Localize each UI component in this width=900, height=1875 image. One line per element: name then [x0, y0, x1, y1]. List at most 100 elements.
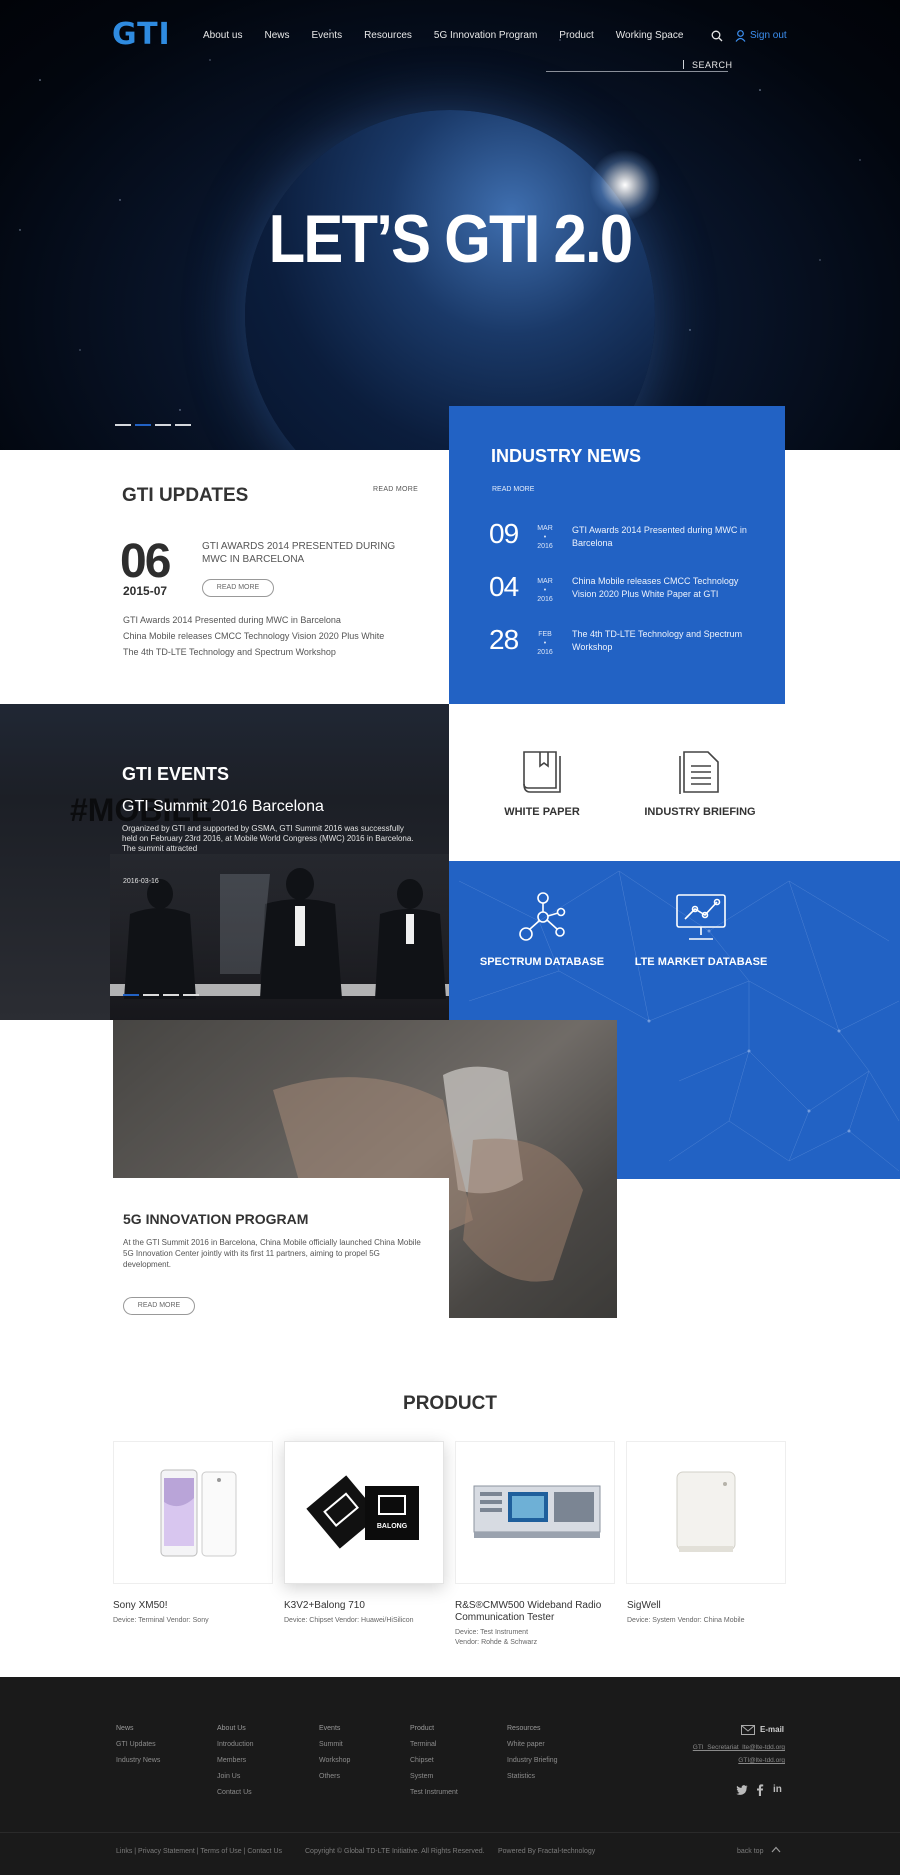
search-button[interactable]: SEARCH [692, 60, 733, 70]
innovation-description: At the GTI Summit 2016 in Barcelona, Chi… [123, 1238, 421, 1269]
chip-image: BALONG [306, 1475, 419, 1549]
footer-link[interactable]: Others [319, 1769, 350, 1785]
footer-link[interactable]: Statistics [507, 1769, 558, 1785]
product-name[interactable]: SigWell [627, 1600, 787, 1612]
white-paper-link[interactable]: WHITE PAPER [486, 806, 598, 818]
footer-link[interactable]: Workshop [319, 1753, 350, 1769]
news-item[interactable]: The 4th TD-LTE Technology and Spectrum W… [572, 628, 762, 654]
news-item[interactable]: GTI Awards 2014 Presented during MWC in … [572, 524, 762, 550]
updates-list-item[interactable]: China Mobile releases CMCC Technology Vi… [123, 631, 384, 641]
chevron-up-icon[interactable] [771, 1846, 781, 1853]
email-gti[interactable]: GTI@lte-tdd.org [640, 1757, 785, 1764]
footer-link[interactable]: White paper [507, 1737, 558, 1753]
footer-link[interactable]: Industry News [116, 1753, 160, 1769]
footer-link[interactable]: Chipset [410, 1753, 458, 1769]
book-icon[interactable] [520, 748, 564, 796]
footer-link[interactable]: Product [410, 1721, 458, 1737]
search-input[interactable] [546, 71, 728, 72]
powered-by-text[interactable]: Powered By Fractal-technology [498, 1848, 595, 1855]
sigwell-image [676, 1471, 736, 1552]
innovation-read-more-button[interactable]: READ MORE [123, 1297, 195, 1315]
search-divider [683, 60, 684, 69]
events-panel[interactable]: #MOBILE [0, 704, 449, 1020]
footer-col-news: News GTI Updates Industry News [116, 1721, 160, 1769]
nav-events[interactable]: Events [312, 30, 343, 41]
footer-bottom-links[interactable]: Links | Privacy Statement | Terms of Use… [116, 1848, 282, 1855]
events-title: GTI EVENTS [122, 764, 230, 784]
email-secretariat[interactable]: GTI_Secretariat_lte@lte-tdd.org [640, 1744, 785, 1751]
nav-news[interactable]: News [264, 30, 289, 41]
events-subtitle[interactable]: GTI Summit 2016 Barcelona [122, 798, 324, 816]
footer-link[interactable]: Join Us [217, 1769, 254, 1785]
news-item[interactable]: China Mobile releases CMCC Technology Vi… [572, 575, 762, 601]
hero-slide-dot-2[interactable] [135, 424, 151, 426]
hero-slide-dot-3[interactable] [155, 424, 171, 426]
industry-news-read-more[interactable]: READ MORE [492, 486, 534, 493]
facebook-icon[interactable] [756, 1784, 764, 1796]
chart-monitor-icon[interactable] [675, 893, 727, 941]
nav-5g-innovation[interactable]: 5G Innovation Program [434, 30, 537, 41]
user-icon[interactable] [735, 30, 746, 42]
back-top-link[interactable]: back top [737, 1848, 763, 1855]
events-description: Organized by GTI and supported by GSMA, … [122, 824, 414, 853]
updates-list-item[interactable]: The 4th TD-LTE Technology and Spectrum W… [123, 647, 336, 657]
footer-col-about: About Us Introduction Members Join Us Co… [217, 1721, 254, 1801]
product-name[interactable]: R&S®CMW500 Wideband Radio Communication … [455, 1600, 623, 1624]
spectrum-database-link[interactable]: SPECTRUM DATABASE [472, 956, 612, 968]
footer-link[interactable]: Terminal [410, 1737, 458, 1753]
footer-link[interactable]: Resources [507, 1721, 558, 1737]
footer-link[interactable]: About Us [217, 1721, 254, 1737]
updates-read-more-button[interactable]: READ MORE [202, 579, 274, 597]
news-day: 09 [489, 518, 519, 549]
nav-resources[interactable]: Resources [364, 30, 412, 41]
footer-link[interactable]: Test Instrument [410, 1785, 458, 1801]
email-icon [741, 1725, 755, 1735]
phone-image [160, 1469, 237, 1557]
footer-link[interactable]: Summit [319, 1737, 350, 1753]
hero-slide-dot-4[interactable] [175, 424, 191, 426]
footer-link[interactable]: Members [217, 1753, 254, 1769]
linkedin-icon[interactable]: in [773, 1784, 782, 1795]
industry-briefing-link[interactable]: INDUSTRY BRIEFING [630, 806, 770, 818]
events-slide-dot-2[interactable] [143, 994, 159, 996]
nav-working-space[interactable]: Working Space [616, 30, 684, 41]
twitter-icon[interactable] [736, 1785, 748, 1795]
events-slide-dot-1[interactable] [123, 994, 139, 996]
footer-divider [0, 1832, 900, 1833]
gti-logo[interactable]: GTI [112, 17, 171, 52]
footer-link[interactable]: Industry Briefing [507, 1753, 558, 1769]
hero-slide-dot-1[interactable] [115, 424, 131, 426]
events-slide-dot-4[interactable] [183, 994, 199, 996]
footer-col-product: Product Terminal Chipset System Test Ins… [410, 1721, 458, 1801]
product-meta: Device: Chipset Vendor: Huawei/HiSilicon [284, 1617, 414, 1624]
lte-market-database-link[interactable]: LTE MARKET DATABASE [626, 956, 776, 968]
footer-link[interactable]: Introduction [217, 1737, 254, 1753]
search-icon[interactable] [711, 30, 723, 42]
footer-link[interactable]: System [410, 1769, 458, 1785]
events-slide-dot-3[interactable] [163, 994, 179, 996]
footer-link[interactable]: Events [319, 1721, 350, 1737]
footer-link[interactable]: News [116, 1721, 160, 1737]
product-name[interactable]: K3V2+Balong 710 [284, 1600, 449, 1612]
news-day: 28 [489, 624, 519, 655]
footer-link[interactable]: GTI Updates [116, 1737, 160, 1753]
news-date: MAR • 2016 [537, 578, 553, 603]
updates-month-year: 2015-07 [123, 584, 168, 598]
sign-out-link[interactable]: Sign out [750, 30, 787, 41]
product-card-balong[interactable]: BALONG [284, 1441, 444, 1584]
document-icon[interactable] [676, 748, 722, 796]
product-card-cmw500[interactable] [455, 1441, 615, 1584]
nav-product[interactable]: Product [559, 30, 593, 41]
copyright-text: Copyright © Global TD-LTE Initiative. Al… [305, 1848, 485, 1855]
product-card-sigwell[interactable] [626, 1441, 786, 1584]
updates-read-more[interactable]: READ MORE [373, 486, 418, 493]
footer-link[interactable]: Contact Us [217, 1785, 254, 1801]
molecule-icon[interactable] [517, 890, 567, 942]
news-date: MAR • 2016 [537, 525, 553, 550]
updates-list-item[interactable]: GTI Awards 2014 Presented during MWC in … [123, 615, 341, 625]
updates-headline[interactable]: GTI AWARDS 2014 PRESENTED DURING MWC IN … [202, 540, 422, 566]
nav-about-us[interactable]: About us [203, 30, 242, 41]
industry-news-title: INDUSTRY NEWS [491, 446, 642, 466]
product-card-sony[interactable] [113, 1441, 273, 1584]
product-name[interactable]: Sony XM50! [113, 1600, 278, 1612]
